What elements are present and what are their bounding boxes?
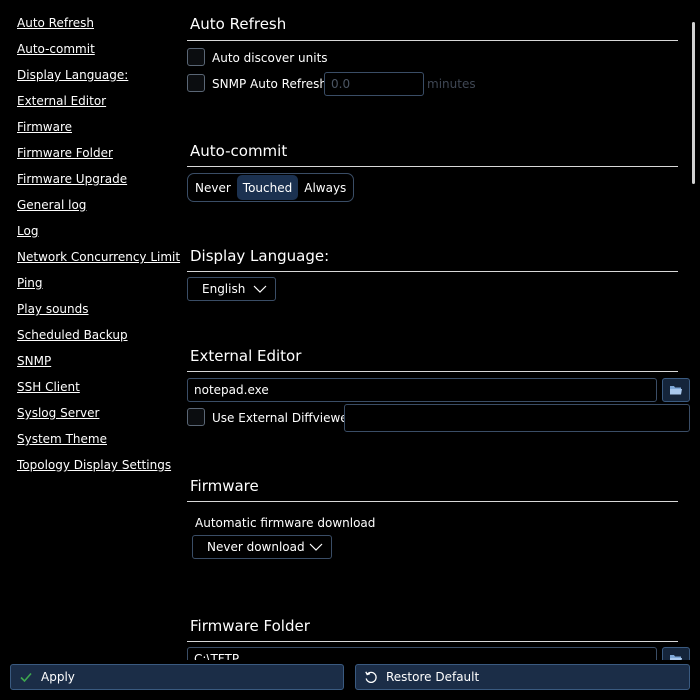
automatic-firmware-download-label: Automatic firmware download [195,516,376,530]
display-language-value: English [202,282,246,296]
restore-default-button-label: Restore Default [386,670,480,684]
auto-commit-option-never[interactable]: Never [189,175,237,200]
section-divider [187,271,678,272]
sidebar-item-play-sounds[interactable]: Play sounds [17,301,89,317]
section-divider [187,501,678,502]
section-divider [187,371,678,372]
snmp-refresh-interval-input[interactable] [324,72,424,96]
firmware-download-dropdown[interactable]: Never download [192,535,332,559]
auto-commit-option-touched[interactable]: Touched [236,175,299,200]
apply-button[interactable]: Apply [10,664,344,690]
settings-sidebar: Auto Refresh Auto-commit Display Languag… [0,0,180,660]
settings-window: Auto Refresh Auto-commit Display Languag… [0,0,700,700]
sidebar-item-ssh-client[interactable]: SSH Client [17,379,80,395]
firmware-download-value: Never download [207,540,305,554]
section-title-firmware-folder: Firmware Folder [190,617,310,635]
diffviewer-path-input[interactable] [344,404,690,432]
sidebar-item-syslog-server[interactable]: Syslog Server [17,405,99,421]
auto-discover-units-checkbox[interactable] [187,48,205,66]
minutes-unit-label: minutes [427,77,476,91]
sidebar-item-ping[interactable]: Ping [17,275,43,291]
firmware-folder-path-input[interactable] [187,647,657,660]
section-title-auto-commit: Auto-commit [190,142,288,160]
auto-commit-segmented-control: Never Touched Always [187,173,355,202]
sidebar-item-firmware-folder[interactable]: Firmware Folder [17,145,113,161]
scrollbar-thumb[interactable] [692,22,695,184]
section-divider [187,40,678,41]
section-title-external-editor: External Editor [190,347,302,365]
chevron-down-icon [309,543,323,551]
restore-default-button[interactable]: Restore Default [355,664,690,690]
sidebar-item-firmware[interactable]: Firmware [17,119,72,135]
sidebar-item-log[interactable]: Log [17,223,38,239]
folder-icon [670,655,682,660]
section-divider [187,166,678,167]
settings-content: Auto Refresh Auto discover units SNMP Au… [180,0,690,660]
sidebar-item-system-theme[interactable]: System Theme [17,431,107,447]
sidebar-item-auto-refresh[interactable]: Auto Refresh [17,15,94,31]
use-external-diffviewer-label: Use External Diffviewer [212,411,353,425]
folder-icon [670,386,682,395]
browse-editor-button[interactable] [662,378,690,402]
sidebar-item-display-language[interactable]: Display Language: [17,67,128,83]
restore-icon [365,671,377,683]
browse-firmware-folder-button[interactable] [662,647,690,660]
sidebar-item-general-log[interactable]: General log [17,197,86,213]
section-title-display-language: Display Language: [190,247,330,265]
sidebar-item-firmware-upgrade[interactable]: Firmware Upgrade [17,171,127,187]
section-title-auto-refresh: Auto Refresh [190,15,287,33]
auto-discover-units-label: Auto discover units [212,51,328,65]
snmp-auto-refresh-label: SNMP Auto Refresh [212,77,327,91]
sidebar-item-topology-display-settings[interactable]: Topology Display Settings [17,457,171,473]
snmp-auto-refresh-checkbox[interactable] [187,74,205,92]
checkmark-icon [20,672,32,683]
sidebar-item-external-editor[interactable]: External Editor [17,93,106,109]
section-divider [187,641,678,642]
external-editor-path-input[interactable] [187,378,657,402]
chevron-down-icon [253,285,267,293]
use-external-diffviewer-checkbox[interactable] [187,408,205,426]
display-language-dropdown[interactable]: English [187,277,276,301]
sidebar-item-snmp[interactable]: SNMP [17,353,51,369]
apply-button-label: Apply [41,670,75,684]
sidebar-item-scheduled-backup[interactable]: Scheduled Backup [17,327,128,343]
sidebar-item-auto-commit[interactable]: Auto-commit [17,41,95,57]
sidebar-item-network-concurrency-limit[interactable]: Network Concurrency Limit [17,249,180,265]
section-title-firmware: Firmware [190,477,259,495]
auto-commit-option-always[interactable]: Always [298,175,352,200]
